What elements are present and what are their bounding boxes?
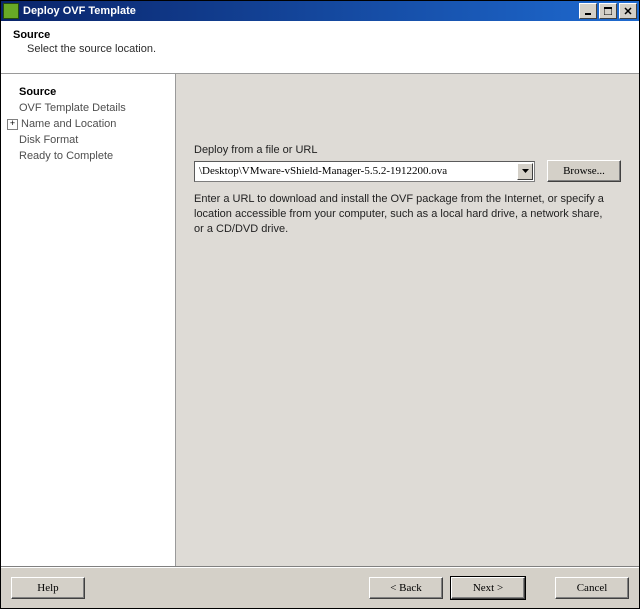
step-name-location[interactable]: +Name and Location — [9, 116, 167, 132]
hint-text: Enter a URL to download and install the … — [194, 192, 614, 237]
expand-icon[interactable]: + — [7, 119, 18, 130]
dropdown-arrow-icon[interactable] — [517, 163, 533, 180]
step-disk-format[interactable]: Disk Format — [9, 132, 167, 148]
step-source[interactable]: Source — [9, 84, 167, 100]
path-input[interactable] — [195, 165, 516, 177]
window-title: Deploy OVF Template — [23, 5, 577, 17]
minimize-button[interactable] — [579, 3, 597, 19]
path-row: Browse... — [194, 160, 621, 182]
close-button[interactable] — [619, 3, 637, 19]
steps-sidebar: Source OVF Template Details +Name and Lo… — [1, 74, 176, 567]
maximize-button[interactable] — [599, 3, 617, 19]
wizard-header: Source Select the source location. — [1, 21, 639, 74]
header-title: Source — [13, 29, 627, 41]
titlebar: Deploy OVF Template — [1, 1, 639, 21]
cancel-button[interactable]: Cancel — [555, 577, 629, 599]
main-panel: Deploy from a file or URL Browse... Ente… — [176, 74, 639, 567]
app-icon — [3, 3, 19, 19]
browse-button[interactable]: Browse... — [547, 160, 621, 182]
back-button[interactable]: < Back — [369, 577, 443, 599]
path-combobox[interactable] — [194, 161, 535, 182]
step-ovf-details[interactable]: OVF Template Details — [9, 100, 167, 116]
step-ready[interactable]: Ready to Complete — [9, 148, 167, 164]
header-subtitle: Select the source location. — [27, 43, 627, 55]
next-button[interactable]: Next > — [451, 577, 525, 599]
deploy-label: Deploy from a file or URL — [194, 144, 621, 156]
deploy-ovf-window: Deploy OVF Template Source Select the so… — [0, 0, 640, 609]
window-controls — [577, 3, 637, 19]
wizard-footer: Help < Back Next > Cancel — [1, 567, 639, 608]
help-button[interactable]: Help — [11, 577, 85, 599]
wizard-body: Source OVF Template Details +Name and Lo… — [1, 74, 639, 567]
